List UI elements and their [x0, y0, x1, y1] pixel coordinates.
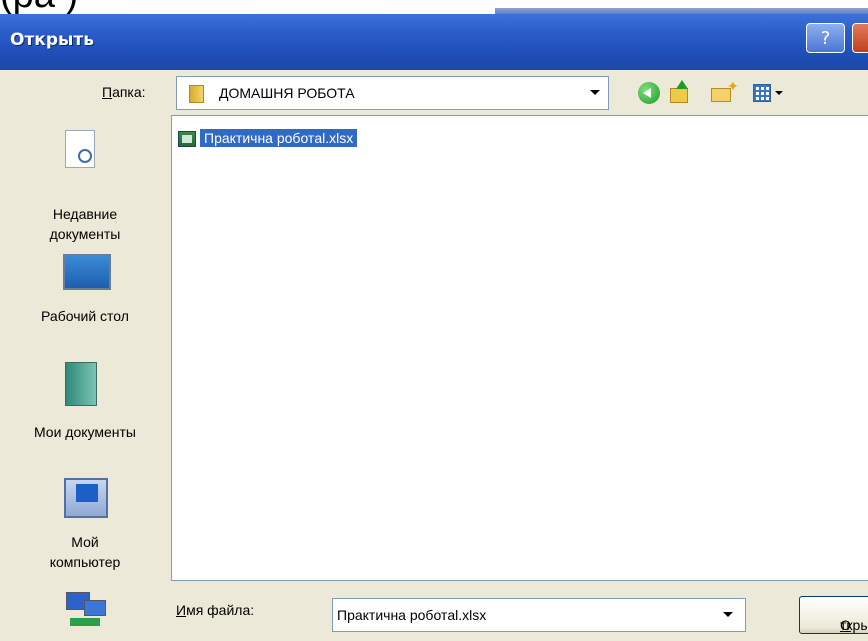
file-name: Практична роботal.xlsx: [198, 128, 359, 148]
place-label: Мой: [71, 534, 99, 550]
views-menu-button[interactable]: [751, 80, 787, 106]
close-button[interactable]: [852, 23, 868, 53]
places-bar: Недавние документы Рабочий стол Мои доку…: [0, 112, 170, 641]
network-icon: [66, 592, 106, 632]
background-text-fragment: (ра ): [0, 0, 78, 14]
folder-label: Папка:: [102, 84, 146, 100]
place-label: Мои документы: [33, 424, 136, 440]
filename-combobox[interactable]: [332, 598, 746, 632]
place-label: компьютер: [49, 554, 121, 570]
my-documents-icon: [65, 362, 97, 406]
folder-select-value: ДОМАШНЯ РОБОТА: [219, 85, 355, 101]
folder-select[interactable]: ДОМАШНЯ РОБОТА: [176, 76, 609, 110]
filename-input[interactable]: [337, 604, 697, 626]
excel-file-icon: [178, 131, 196, 147]
desktop-icon: [63, 254, 111, 290]
my-computer-icon: [64, 478, 108, 518]
place-label: документы: [49, 226, 121, 242]
help-icon: ?: [820, 28, 831, 49]
folder-icon: [189, 85, 204, 103]
place-label: Рабочий стол: [41, 308, 129, 324]
up-one-level-button[interactable]: [668, 80, 694, 106]
chevron-down-icon: [775, 91, 783, 95]
views-icon: [753, 84, 771, 102]
open-button[interactable]: Открыть: [799, 596, 868, 634]
window-title: Открыть: [10, 30, 94, 50]
help-button[interactable]: ?: [806, 23, 845, 53]
background-strip: (ра ): [0, 0, 868, 14]
chevron-down-icon[interactable]: [723, 612, 733, 617]
filename-label: Имя файла:: [176, 602, 255, 618]
chevron-down-icon[interactable]: [590, 90, 600, 95]
place-label: Недавние: [52, 206, 118, 222]
title-bar[interactable]: Открыть ?: [0, 14, 868, 70]
recent-documents-icon: [65, 130, 95, 168]
new-folder-button[interactable]: ✦: [710, 80, 739, 106]
file-list[interactable]: Практична роботal.xlsx: [171, 115, 868, 581]
up-folder-icon: [670, 88, 688, 103]
back-button[interactable]: [636, 80, 662, 106]
